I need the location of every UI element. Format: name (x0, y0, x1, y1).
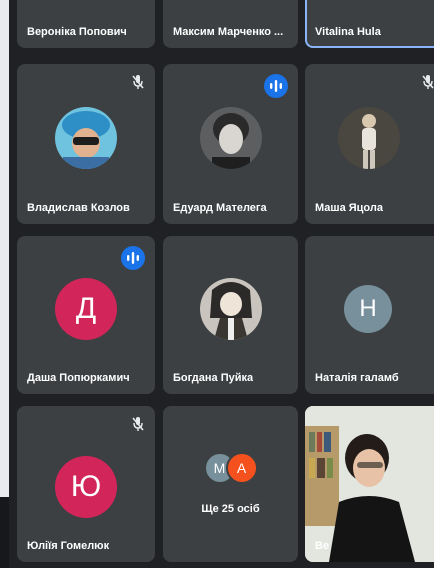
photo-avatar-blue-hat (55, 106, 117, 169)
participant-name: Наталія галамб (315, 372, 399, 384)
participant-name: Юліїя Гомелюк (27, 540, 110, 552)
photo-avatar-dark (199, 106, 262, 169)
participant-name: Вероніка Попович (27, 26, 127, 38)
participant-tile[interactable]: Н Наталія галамб (305, 236, 434, 394)
participant-tile[interactable]: Богдана Пуйка (163, 236, 298, 394)
participant-tile[interactable]: Ю Юліїя Гомелюк (17, 406, 155, 562)
participant-tile-video[interactable]: Ве (305, 406, 434, 562)
participant-name: Владислав Козлов (27, 202, 130, 214)
participant-tile-active[interactable]: Vitalina Hula (305, 0, 434, 48)
participant-tile[interactable]: Едуард Мателега (163, 64, 298, 224)
mic-off-icon (422, 75, 434, 89)
participant-tile[interactable]: Максим Марченко ... (163, 0, 298, 48)
mic-off-icon (132, 75, 144, 89)
participant-tile[interactable]: Вероніка Попович (17, 0, 155, 48)
participant-name: Vitalina Hula (315, 26, 381, 38)
bottom-bar-edge (0, 497, 9, 568)
speaking-indicator-icon (121, 246, 145, 270)
participant-name: Ве (315, 540, 330, 552)
photo-avatar-standing (338, 106, 401, 169)
initial-avatar: Д (55, 277, 117, 340)
mic-off-icon (132, 417, 144, 431)
side-panel-edge (0, 0, 9, 497)
initial-avatar-small: А (225, 452, 258, 485)
photo-avatar-anime (199, 277, 262, 340)
camera-video-feed (305, 406, 434, 562)
participant-tile[interactable]: Д Даша Попюркамич (17, 236, 155, 394)
more-participants-avatars: М А (203, 452, 258, 485)
initial-avatar: Ю (55, 456, 117, 519)
participant-name: Едуард Мателега (173, 202, 267, 214)
initial-avatar: Н (344, 284, 392, 333)
participant-name: Богдана Пуйка (173, 372, 254, 384)
participant-tile[interactable]: Маша Яцола (305, 64, 434, 224)
participant-name: Максим Марченко ... (173, 26, 284, 38)
speaking-indicator-icon (264, 74, 288, 98)
participant-name: Маша Яцола (315, 202, 383, 214)
participant-name: Даша Попюркамич (27, 372, 130, 384)
more-participants-tile[interactable]: М А Ще 25 осіб (163, 406, 298, 562)
participant-tile[interactable]: Владислав Козлов (17, 64, 155, 224)
more-participants-label: Ще 25 осіб (201, 502, 260, 515)
